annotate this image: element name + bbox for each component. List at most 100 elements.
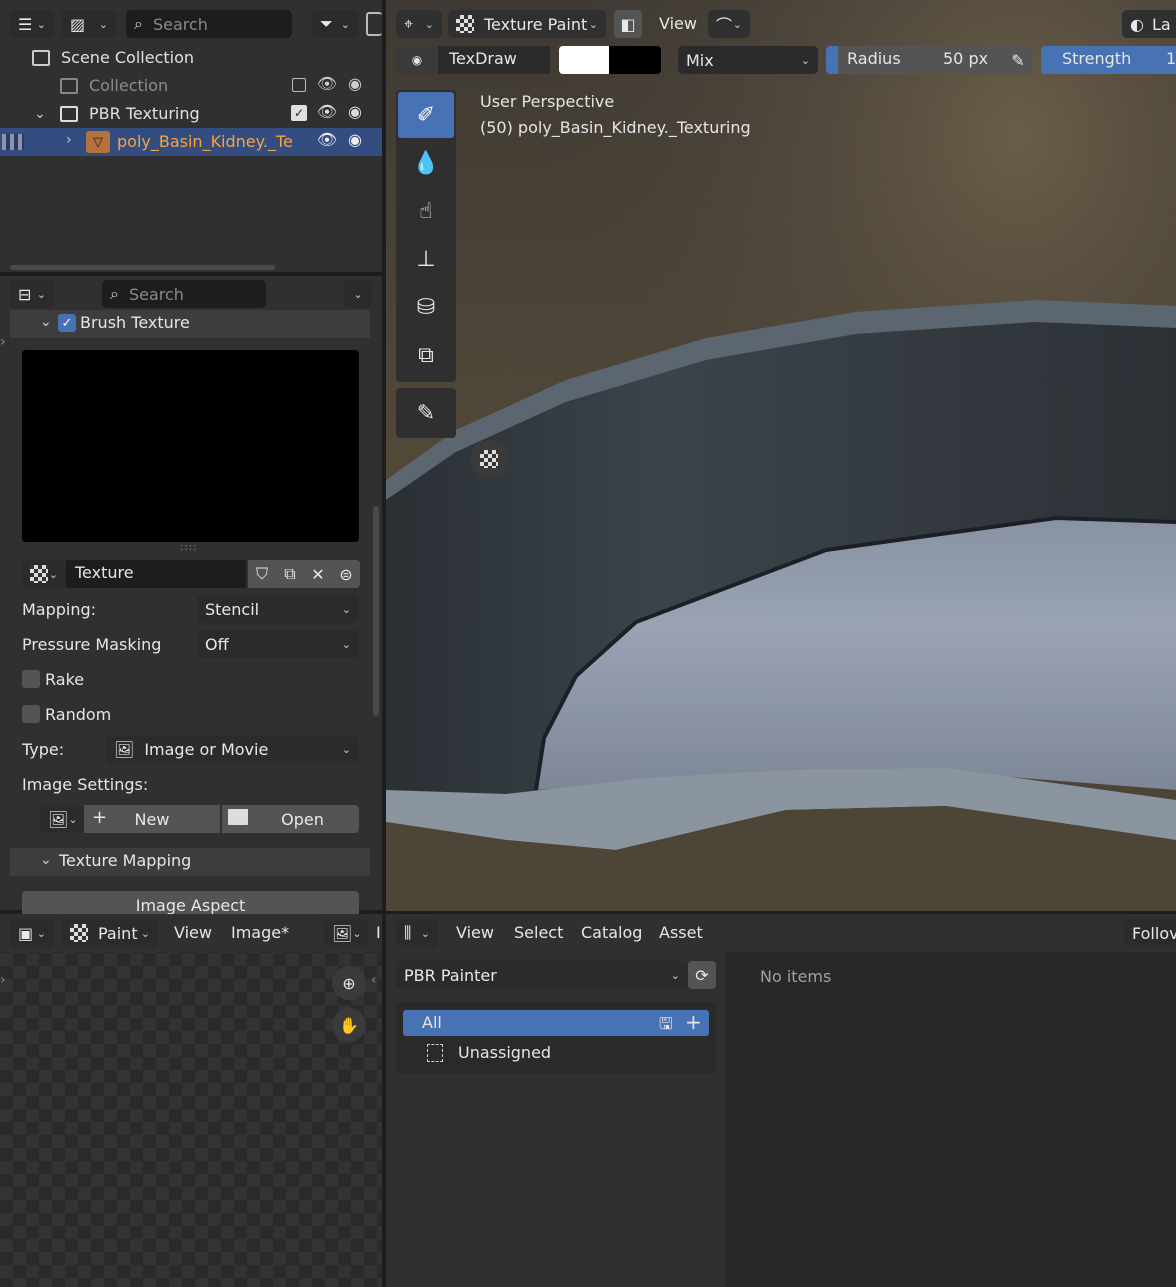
filter-button[interactable]: ⏷ ⌄ (312, 10, 358, 38)
brush-name-field[interactable]: TexDraw (438, 46, 550, 74)
strength-slider[interactable]: Strength 1 (1041, 46, 1176, 74)
soften-tool[interactable]: 💧 (398, 140, 454, 186)
scene-collection-icon (32, 50, 50, 66)
clone-tool[interactable]: ⊥ (398, 236, 454, 282)
texture-name-field[interactable]: Texture (66, 560, 246, 588)
mapping-dropdown[interactable]: Stencil ⌄ (197, 595, 359, 623)
properties-search-input[interactable]: ⌕ Search (102, 280, 266, 308)
checker-icon (70, 924, 88, 942)
brush-texture-panel-header[interactable]: ⌄ ✓ Brush Texture (10, 310, 370, 338)
texture-type-dropdown[interactable]: 🖼 Image or Movie ⌄ (106, 735, 359, 763)
texture-properties-button[interactable]: ⊜ (332, 560, 360, 588)
outliner-search-input[interactable]: ⌕ Search (126, 10, 292, 38)
texture-browse-button[interactable]: ⌄ (22, 560, 66, 588)
image-editor-icon: ▣ (18, 923, 34, 943)
zoom-button[interactable]: ⊕ (332, 966, 366, 1000)
radius-pressure-button[interactable]: ✎ (1004, 46, 1032, 74)
render-camera-icon[interactable]: ◉ (344, 102, 366, 121)
editor-type-button[interactable]: ⫼ ⌄ (396, 919, 438, 947)
duplicate-texture-button[interactable]: ⧉ (276, 560, 304, 588)
exclude-checkbox[interactable] (292, 78, 306, 92)
refresh-library-button[interactable]: ⟳ (688, 961, 716, 989)
outliner-row-pbr-texturing[interactable]: ⌄ PBR Texturing ✓ 👁 ◉ (0, 100, 382, 128)
secondary-color-swatch[interactable] (609, 46, 661, 74)
mask-icon: ⧉ (418, 342, 434, 368)
smear-tool[interactable]: ☝ (398, 188, 454, 234)
properties-scrollbar[interactable] (373, 506, 379, 716)
new-image-button[interactable]: + New (84, 805, 220, 833)
outliner-scrollbar[interactable] (10, 265, 275, 270)
sidebar-expand-arrow[interactable]: ‹ (371, 972, 377, 988)
visibility-eye-icon[interactable]: 👁 (316, 130, 338, 149)
view-menu[interactable]: View (174, 923, 212, 942)
blend-mode-dropdown[interactable]: Mix ⌄ (678, 46, 818, 74)
primary-color-swatch[interactable] (559, 46, 609, 74)
outliner-row-collection[interactable]: Collection 👁 ◉ (0, 72, 382, 100)
catalog-menu[interactable]: Catalog (581, 923, 642, 942)
open-image-button[interactable]: Open (222, 805, 359, 833)
image-browse-button[interactable]: 🖼 ⌄ (324, 919, 368, 947)
sidebar-collapse-arrow[interactable]: › (0, 972, 6, 988)
brush-texture-checkbox[interactable]: ✓ (58, 314, 76, 332)
expand-chevron-icon[interactable]: ⌄ (34, 106, 46, 122)
viewport-perspective-label: User Perspective (480, 92, 615, 111)
save-icon[interactable]: 🖫 (659, 1013, 673, 1040)
pan-button[interactable]: ✋ (332, 1008, 366, 1042)
sidebar-collapse-arrow[interactable]: › (0, 334, 6, 350)
curve-dropdown[interactable]: ⌒ ⌄ (708, 10, 750, 38)
view-menu[interactable]: View (456, 923, 494, 942)
options-dropdown[interactable]: ⌄ (344, 280, 372, 308)
catalog-item-unassigned[interactable]: Unassigned (403, 1040, 709, 1066)
outliner-row-scene-collection[interactable]: Scene Collection (0, 44, 382, 72)
plus-icon[interactable]: + (685, 1010, 702, 1034)
rake-checkbox[interactable] (22, 670, 40, 688)
new-collection-icon[interactable] (366, 12, 382, 36)
gizmo-button[interactable] (470, 440, 508, 478)
image-menu[interactable]: Image* (231, 923, 289, 942)
image-mode-dropdown[interactable]: Paint ⌄ (62, 919, 158, 947)
render-camera-icon[interactable]: ◉ (344, 130, 366, 149)
viewport-3d[interactable]: ⌖ ⌄ Texture Paint ⌄ ◧ View ⌒ ⌄ ◐ La ◉ TexDr… (386, 0, 1176, 911)
radius-slider[interactable]: Radius 50 px (826, 46, 1032, 74)
fill-tool[interactable]: ⛁ (398, 284, 454, 330)
expand-chevron-icon[interactable]: › (66, 132, 72, 148)
visibility-eye-icon[interactable]: 👁 (316, 74, 338, 93)
mask-tool[interactable]: ⧉ (398, 332, 454, 378)
mode-dropdown[interactable]: Texture Paint ⌄ (448, 10, 606, 38)
outliner-row-basin-object[interactable]: › ▽ poly_Basin_Kidney._Te 👁 ◉ (0, 128, 382, 156)
chevron-down-icon: ⌄ (588, 17, 598, 31)
render-camera-icon[interactable]: ◉ (344, 74, 366, 93)
random-checkbox[interactable] (22, 705, 40, 723)
asset-library-dropdown[interactable]: PBR Painter ⌄ (396, 961, 688, 989)
image-browse-button[interactable]: 🖼 ⌄ (40, 805, 84, 833)
editor-type-button[interactable]: ⊟ ⌄ (10, 280, 54, 308)
checker-texture-icon (30, 565, 48, 583)
display-mode-button[interactable]: ▨ ⌄ (62, 10, 116, 38)
curve-icon: ⌒ (716, 16, 733, 35)
exclude-checkbox[interactable]: ✓ (291, 105, 307, 121)
follow-dropdown[interactable]: Follov (1124, 919, 1176, 947)
fake-user-button[interactable]: ⛉ (248, 560, 276, 588)
collection-icon (60, 106, 78, 122)
view-menu[interactable]: View (659, 14, 697, 33)
brush-preview-button[interactable]: ◉ (396, 46, 438, 74)
preview-resize-handle[interactable]: :::: (180, 542, 197, 553)
image-editor[interactable]: ▣ ⌄ Paint ⌄ View Image* 🖼 ⌄ I › ⊕ ✋ ‹ (0, 914, 382, 1287)
annotate-tool[interactable]: ✎ (398, 390, 454, 436)
editor-type-button[interactable]: ☰ ⌄ (10, 10, 54, 38)
select-menu[interactable]: Select (514, 923, 563, 942)
editor-type-button[interactable]: ⌖ ⌄ (396, 10, 442, 38)
shading-button[interactable]: ◐ La (1122, 10, 1176, 38)
tool-settings-bar: ◉ TexDraw Mix ⌄ Radius 50 px ✎ Strength 1 (386, 44, 1176, 76)
texture-mapping-panel-header[interactable]: ⌄ Texture Mapping (10, 848, 370, 876)
asset-menu[interactable]: Asset (659, 923, 703, 942)
visibility-eye-icon[interactable]: 👁 (316, 102, 338, 121)
paint-mask-toggle[interactable]: ◧ (614, 10, 642, 38)
pressure-masking-dropdown[interactable]: Off ⌄ (197, 630, 359, 658)
draw-tool[interactable]: ✐ (398, 92, 454, 138)
stamp-icon: ⊥ (416, 246, 436, 272)
viewport-object-label: (50) poly_Basin_Kidney._Texturing (480, 118, 751, 137)
editor-type-button[interactable]: ▣ ⌄ (10, 919, 54, 947)
unlink-texture-button[interactable]: ✕ (304, 560, 332, 588)
catalog-item-all[interactable]: All 🖫 + (403, 1010, 709, 1036)
